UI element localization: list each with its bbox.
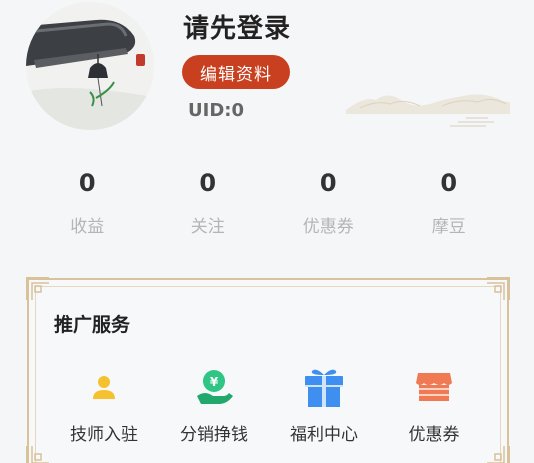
page-title[interactable]: 请先登录 — [183, 8, 291, 45]
mountain-decoration-icon — [346, 94, 510, 127]
frame-corner-icon — [26, 446, 49, 463]
svg-text:¥: ¥ — [210, 375, 219, 389]
gift-icon — [301, 364, 347, 410]
service-technician-join[interactable]: 技师入驻 — [49, 364, 159, 445]
stat-value: 0 — [319, 169, 337, 197]
stat-beans[interactable]: 0 摩豆 — [389, 166, 510, 246]
stat-label: 摩豆 — [431, 217, 466, 237]
service-label: 优惠券 — [408, 425, 460, 445]
edit-profile-button[interactable]: 编辑资料 — [182, 55, 290, 89]
avatar[interactable] — [26, 2, 154, 130]
stat-following[interactable]: 0 关注 — [148, 166, 269, 246]
service-label: 福利中心 — [290, 425, 358, 445]
frame-corner-icon — [487, 446, 510, 463]
stat-value: 0 — [440, 169, 458, 197]
store-icon — [411, 364, 457, 410]
stat-label: 收益 — [70, 217, 105, 237]
stats-row: 0 收益 0 关注 0 优惠券 0 摩豆 — [27, 166, 509, 246]
service-label: 技师入驻 — [70, 425, 138, 445]
promo-services-panel: 推广服务 技师入驻 ¥ 分销挣钱 福利中心 优惠券 — [26, 277, 510, 463]
stat-value: 0 — [78, 169, 96, 197]
stat-coupons[interactable]: 0 优惠券 — [268, 166, 389, 246]
avatar-image — [26, 2, 154, 130]
money-hand-icon: ¥ — [191, 364, 237, 410]
service-distribution-earn[interactable]: ¥ 分销挣钱 — [159, 364, 269, 445]
frame-corner-icon — [487, 277, 510, 300]
service-label: 分销挣钱 — [180, 425, 248, 445]
service-coupons[interactable]: 优惠券 — [379, 364, 489, 445]
frame-corner-icon — [26, 277, 49, 300]
stat-label: 关注 — [190, 217, 225, 237]
service-welfare-center[interactable]: 福利中心 — [269, 364, 379, 445]
stat-label: 优惠券 — [302, 217, 354, 237]
stat-earnings[interactable]: 0 收益 — [27, 166, 148, 246]
user-icon — [81, 364, 127, 410]
services-grid: 技师入驻 ¥ 分销挣钱 福利中心 优惠券 — [49, 364, 489, 445]
section-title: 推广服务 — [54, 314, 131, 336]
stat-value: 0 — [199, 169, 217, 197]
user-id: UID:0 — [188, 100, 244, 121]
